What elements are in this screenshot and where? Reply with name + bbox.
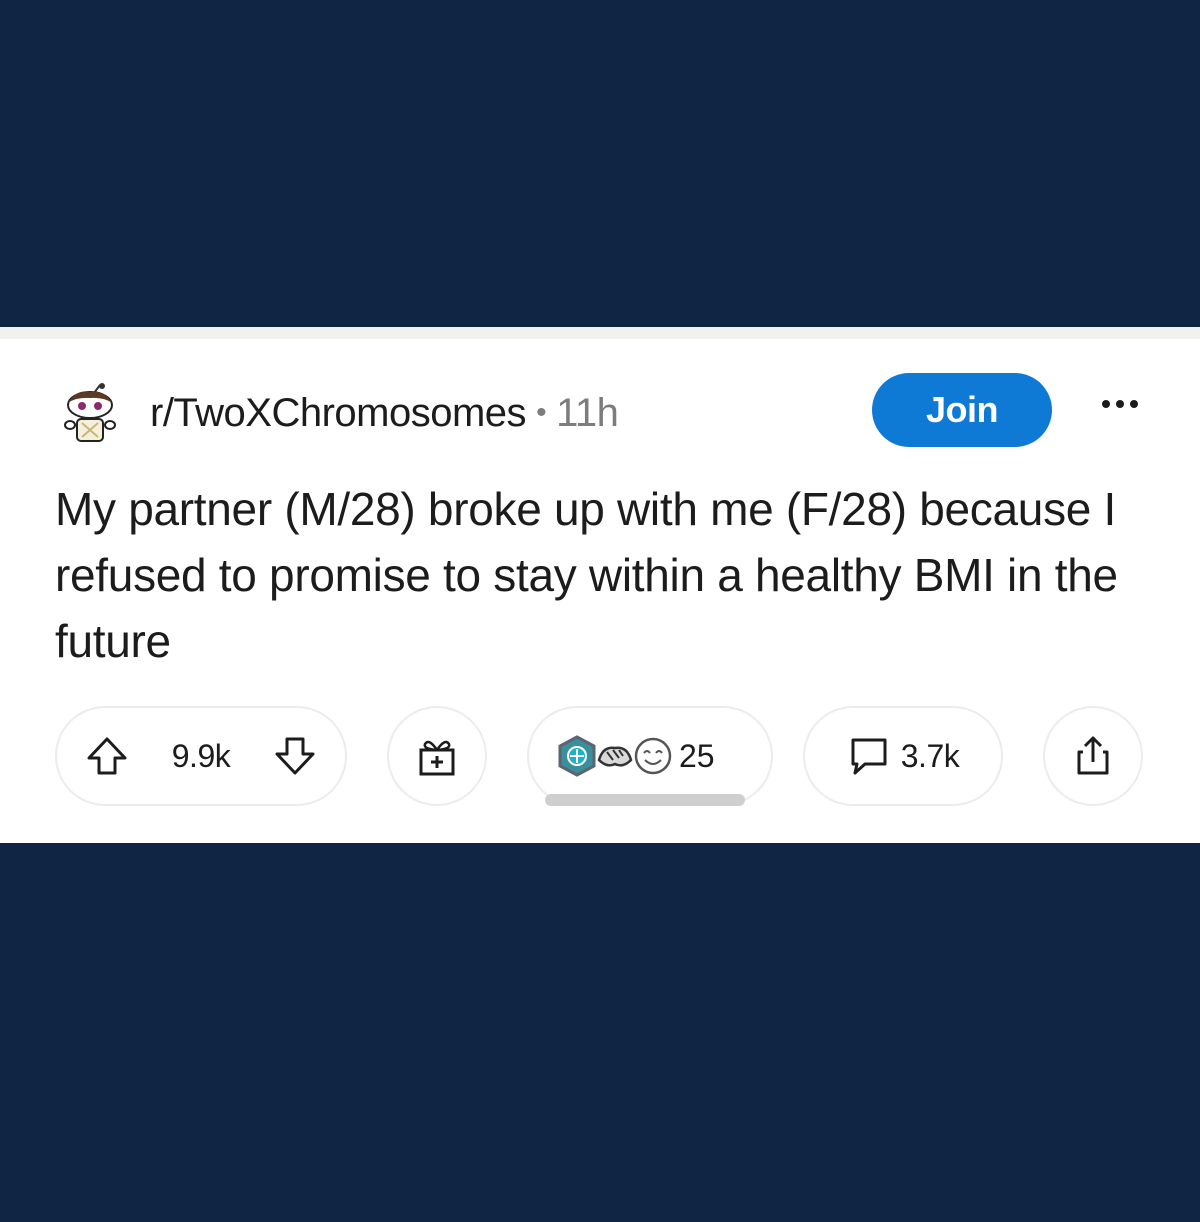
share-icon	[1071, 734, 1115, 778]
post-meta: r/TwoXChromosomes • 11h	[150, 391, 619, 436]
gift-icon	[415, 734, 459, 778]
downvote-icon[interactable]	[273, 734, 317, 778]
gift-award-button[interactable]	[387, 706, 487, 806]
awards-button[interactable]: 25	[527, 706, 773, 806]
upvote-icon[interactable]	[85, 734, 129, 778]
share-button[interactable]	[1043, 706, 1143, 806]
subreddit-avatar-icon[interactable]	[58, 383, 122, 447]
vote-count: 9.9k	[171, 737, 231, 774]
post-title[interactable]: My partner (M/28) broke up with me (F/28…	[55, 476, 1165, 674]
comments-button[interactable]: 3.7k	[803, 706, 1003, 806]
comment-count: 3.7k	[900, 737, 960, 774]
post-card[interactable]: r/TwoXChromosomes • 11h Join My partner (M…	[0, 327, 1200, 843]
join-button[interactable]: Join	[872, 373, 1052, 447]
dot	[1102, 400, 1110, 408]
subreddit-name[interactable]: r/TwoXChromosomes	[150, 391, 527, 435]
more-options-icon[interactable]	[1090, 389, 1150, 419]
dot	[1116, 400, 1124, 408]
dot	[1130, 400, 1138, 408]
awards-scroll-indicator	[545, 794, 745, 806]
award-count: 25	[679, 737, 715, 774]
post-header: r/TwoXChromosomes • 11h Join	[0, 339, 1200, 469]
meta-separator: •	[536, 396, 547, 429]
comment-icon	[847, 734, 891, 778]
post-time: 11h	[556, 391, 619, 435]
wholesome-award-icon	[631, 734, 675, 778]
vote-bar: 9.9k	[55, 706, 347, 806]
